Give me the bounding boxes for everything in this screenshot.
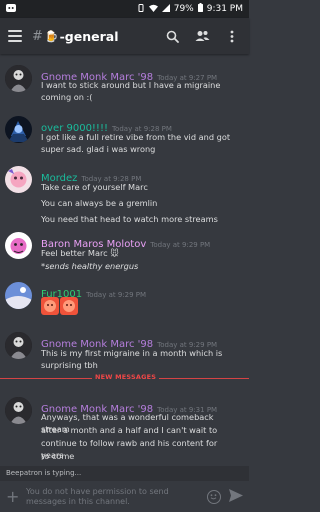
- vibrate-icon: [137, 3, 145, 15]
- message-input-bar: + You do not have permission to send mes…: [0, 480, 249, 512]
- avatar[interactable]: [5, 166, 32, 193]
- message-text: surprising tbh: [41, 360, 98, 370]
- status-time: 9:31 PM: [206, 4, 243, 14]
- message-text: Feel better Marc 🐭: [41, 248, 119, 258]
- timestamp: Today at 9:29 PM: [86, 291, 147, 299]
- emoji-image-1[interactable]: [41, 297, 59, 315]
- hamburger-menu-icon[interactable]: [8, 30, 22, 42]
- members-icon[interactable]: [193, 27, 211, 45]
- message-text: coming on :(: [41, 92, 93, 102]
- avatar[interactable]: [5, 332, 32, 359]
- message-text: super sad. glad i was wrong: [41, 144, 156, 154]
- status-bar: 79% 9:31 PM: [0, 0, 249, 18]
- message-text: You need that head to watch more streams: [41, 214, 218, 224]
- message-text: You can always be a gremlin: [41, 198, 158, 208]
- avatar[interactable]: [5, 397, 32, 424]
- plus-icon[interactable]: +: [6, 487, 20, 506]
- message-text: *sends healthy energus: [41, 261, 139, 271]
- avatar[interactable]: [5, 116, 32, 143]
- more-vert-icon[interactable]: [223, 27, 241, 45]
- message-text: Take care of yourself Marc: [41, 182, 148, 192]
- avatar[interactable]: [5, 282, 32, 309]
- typing-indicator: Beepatron is typing...: [0, 466, 249, 480]
- message-text: This is my first migraine in a month whi…: [41, 348, 223, 358]
- new-messages-label: NEW MESSAGES: [92, 373, 160, 381]
- discord-icon: [6, 3, 16, 15]
- battery-percent: 79%: [173, 4, 194, 14]
- avatar[interactable]: [5, 65, 32, 92]
- send-icon[interactable]: [229, 487, 243, 506]
- signal-icon: [161, 3, 170, 15]
- emoji-image-2[interactable]: [60, 297, 78, 315]
- message-text: I want to stick around but I have a migr…: [41, 80, 221, 90]
- channel-header: # 🍺 -general: [0, 18, 249, 54]
- channel-name[interactable]: -general: [60, 29, 151, 44]
- emoji-icon[interactable]: [207, 489, 221, 504]
- avatar[interactable]: [5, 232, 32, 259]
- message-text: after a month and a half and I can't wai…: [41, 425, 218, 435]
- battery-icon: [197, 3, 203, 15]
- channel-hash: #: [32, 28, 43, 44]
- permission-notice: You do not have permission to send messa…: [26, 486, 169, 506]
- wifi-icon: [148, 4, 158, 15]
- message-text: to come: [41, 451, 75, 461]
- message-text: I got like a full retire vibe from the v…: [41, 132, 231, 142]
- channel-emoji: 🍺: [44, 29, 59, 43]
- search-icon[interactable]: [163, 27, 181, 45]
